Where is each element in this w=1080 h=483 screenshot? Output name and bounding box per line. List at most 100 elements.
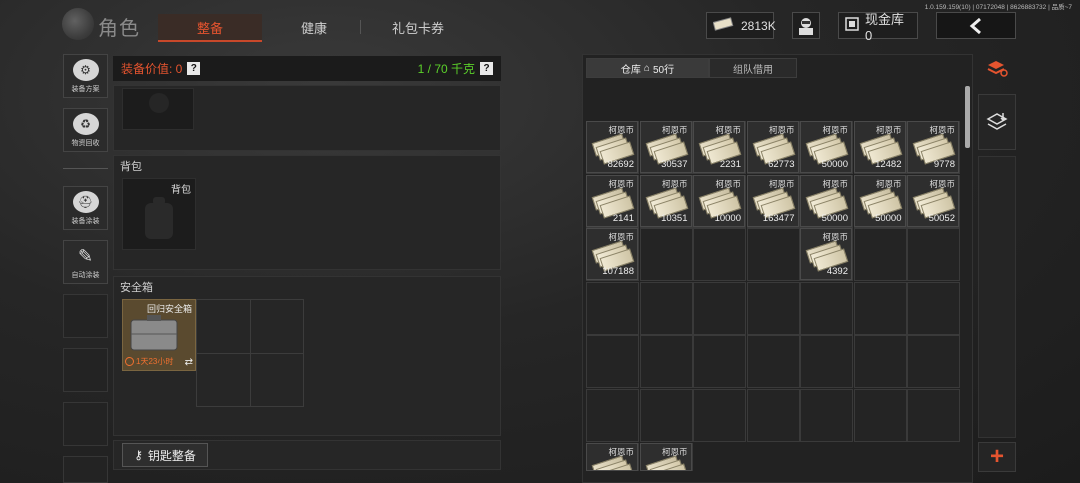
auto-paint-icon: ✎: [77, 245, 94, 266]
safebox-timer: 1天23小时: [125, 356, 173, 367]
tab-health[interactable]: 健康: [272, 14, 356, 40]
warehouse-cell[interactable]: [800, 335, 853, 388]
warehouse-cell[interactable]: [746, 228, 800, 281]
swap-icon[interactable]: ⇄: [185, 357, 193, 368]
page-title: 角色: [98, 18, 140, 40]
back-button[interactable]: [936, 12, 1016, 39]
equipment-paint-button[interactable]: ⛑ 装备涂装: [63, 186, 108, 230]
banknote-stack-icon: [591, 455, 635, 470]
warehouse-cell[interactable]: [639, 281, 693, 335]
warehouse-cell[interactable]: [907, 228, 960, 281]
warehouse-cell[interactable]: [853, 335, 907, 388]
tab-warehouse-label: 仓库: [620, 64, 641, 76]
warehouse-cell[interactable]: [639, 335, 693, 388]
clock-icon: [125, 357, 134, 366]
warehouse-cell[interactable]: [746, 335, 800, 388]
item-quantity: 10351: [661, 212, 688, 224]
warehouse-cell[interactable]: [639, 228, 693, 281]
backpack-slot[interactable]: 背包: [122, 178, 196, 250]
warehouse-item[interactable]: 柯恩币: [639, 443, 692, 471]
item-name: 柯恩币: [875, 178, 902, 189]
cash-vault-button[interactable]: 现金库 0: [838, 12, 918, 43]
warehouse-cell[interactable]: [693, 335, 746, 388]
item-name: 柯恩币: [608, 232, 634, 242]
warehouse-cell[interactable]: [586, 335, 639, 388]
warehouse-cell[interactable]: [853, 281, 907, 335]
safebox-item[interactable]: 回归安全箱 1天23小时 ⇄: [122, 299, 196, 371]
warehouse-item[interactable]: 柯恩币 163477: [746, 174, 799, 227]
warehouse-cell[interactable]: [586, 388, 639, 442]
warehouse-item[interactable]: 柯恩币 82692: [586, 121, 638, 173]
avatar[interactable]: [792, 12, 820, 39]
warehouse-cell[interactable]: [907, 335, 960, 388]
warehouse-cell[interactable]: [800, 388, 853, 442]
warehouse-cell[interactable]: [639, 388, 693, 442]
help-icon[interactable]: ?: [480, 62, 493, 75]
stack-sort-icon: [987, 61, 1008, 77]
sort-stack-button[interactable]: [978, 54, 1016, 84]
warehouse-item[interactable]: 柯恩币 2231: [693, 121, 745, 173]
banknote-stack-icon: [912, 133, 956, 165]
tab-warehouse[interactable]: 仓库 ⌂ 50行: [586, 58, 709, 78]
item-name: 柯恩币: [661, 447, 688, 457]
warehouse-item[interactable]: 柯恩币: [586, 443, 638, 471]
equipment-plan-button[interactable]: ⚙ 装备方案: [63, 54, 108, 98]
item-name: 柯恩币: [661, 125, 688, 135]
warehouse-item[interactable]: 柯恩币 10000: [693, 174, 745, 227]
item-name: 柯恩币: [822, 232, 848, 242]
warehouse-cell[interactable]: [693, 228, 746, 281]
banknote-stack-icon: [698, 186, 742, 219]
warehouse-cell[interactable]: [746, 281, 800, 335]
tab-divider: [360, 20, 361, 34]
banknote-stack-icon: [752, 133, 795, 165]
warehouse-item[interactable]: 柯恩币 50052: [907, 174, 959, 227]
tab-equipment[interactable]: 整备: [158, 14, 262, 42]
warehouse-cell[interactable]: [746, 388, 800, 442]
add-button[interactable]: +: [978, 442, 1016, 472]
warehouse-cell[interactable]: [853, 228, 907, 281]
tab-gift-coupons[interactable]: 礼包卡券: [366, 14, 470, 40]
warehouse-item[interactable]: 柯恩币 10351: [639, 174, 692, 227]
warehouse-item[interactable]: 柯恩币 30537: [639, 121, 692, 173]
key-equipment-button[interactable]: ⚷ 钥匙整备: [122, 443, 208, 467]
warehouse-item[interactable]: 柯恩币 107188: [586, 228, 638, 280]
warehouse-item[interactable]: 柯恩币 50000: [853, 174, 906, 227]
warehouse-cell[interactable]: [693, 281, 746, 335]
layers-download-icon: [986, 113, 1008, 130]
vest-silhouette-icon: [149, 93, 169, 113]
equipment-slot-panel: [113, 85, 501, 151]
warehouse-item[interactable]: 柯恩币 9778: [907, 121, 959, 173]
item-name: 柯恩币: [822, 125, 848, 135]
warehouse-item[interactable]: 柯恩币 50000: [800, 174, 852, 227]
capacity-value: 1 / 70 千克: [417, 62, 475, 76]
warehouse-item[interactable]: 柯恩币 12482: [853, 121, 906, 173]
warehouse-cell[interactable]: [800, 281, 853, 335]
warehouse-cell[interactable]: [853, 388, 907, 442]
deposit-button[interactable]: [978, 94, 1016, 150]
tab-team-borrow[interactable]: 组队借用: [709, 58, 797, 78]
currency-display[interactable]: 2813K: [706, 12, 776, 39]
warehouse-cell[interactable]: [693, 388, 746, 442]
banknote-stack-icon: [645, 186, 688, 219]
recycle-button[interactable]: ♻ 物资回收: [63, 108, 108, 152]
item-name: 柯恩币: [608, 178, 634, 189]
warehouse-item[interactable]: 柯恩币 62773: [746, 121, 799, 173]
equipment-slot[interactable]: [122, 88, 194, 130]
auto-paint-label: 自动涂装: [71, 272, 100, 279]
item-quantity: 82692: [607, 159, 634, 170]
safebox-timer-text: 1天23小时: [136, 357, 174, 366]
help-icon[interactable]: ?: [187, 62, 201, 75]
warehouse-cell[interactable]: [586, 281, 639, 335]
banknote-stack-icon: [591, 186, 635, 219]
warehouse-item[interactable]: 柯恩币 4392: [800, 228, 852, 280]
warehouse-cell[interactable]: [907, 388, 960, 442]
item-name: 柯恩币: [715, 125, 741, 135]
warehouse-scrollbar[interactable]: [965, 86, 970, 148]
item-quantity: 163477: [762, 212, 795, 224]
warehouse-item[interactable]: 柯恩币 2141: [586, 174, 638, 227]
banknote-stack-icon: [752, 186, 795, 219]
warehouse-cell[interactable]: [907, 281, 960, 335]
banknote-stack-icon: [805, 240, 849, 272]
auto-paint-button[interactable]: ✎ 自动涂装: [63, 240, 108, 284]
warehouse-item[interactable]: 柯恩币 50000: [800, 121, 852, 173]
